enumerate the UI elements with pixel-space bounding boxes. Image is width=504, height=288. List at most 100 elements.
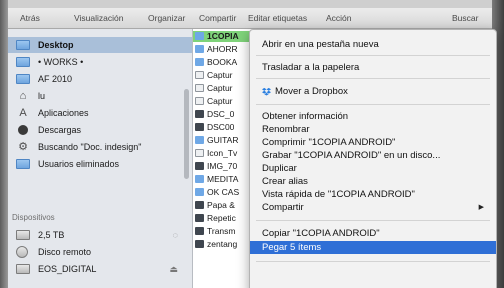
sidebar-item-deleted-users[interactable]: Usuarios eliminados [8, 156, 192, 172]
menu-item-quick-look[interactable]: Vista rápida de "1COPIA ANDROID" [250, 188, 496, 201]
file-name: zentang [207, 239, 238, 249]
file-name: AHORR [207, 44, 238, 54]
file-name: OK CAS [207, 187, 240, 197]
document-icon [195, 149, 204, 157]
sidebar-item-remote-disc[interactable]: Disco remoto [8, 244, 192, 260]
menu-item-label: Pegar 5 ítems [262, 242, 322, 253]
menu-item-move-to-dropbox[interactable]: Mover a Dropbox [250, 85, 496, 98]
file-name: Captur [207, 83, 233, 93]
file-name: Papa & [207, 200, 235, 210]
sidebar-item-label: lu [38, 91, 46, 101]
sidebar-item-drive-2-5tb[interactable]: 2,5 TB ◌ [8, 227, 192, 243]
file-name: DSC_0 [207, 109, 235, 119]
menu-item-label: Renombrar [262, 124, 310, 135]
menu-item-label: Obtener información [262, 111, 349, 122]
action-button[interactable]: Acción [326, 13, 352, 23]
submenu-arrow-icon: ▶ [478, 204, 484, 211]
sidebar-item-eos-digital[interactable]: EOS_DIGITAL ⏏ [8, 261, 192, 277]
menu-item-move-to-trash[interactable]: Trasladar a la papelera [250, 61, 496, 74]
sidebar-scrollbar[interactable] [184, 89, 189, 179]
menu-item-copy[interactable]: Copiar "1COPIA ANDROID" [250, 227, 496, 240]
folder-icon [16, 57, 30, 67]
document-icon [195, 84, 204, 92]
image-icon [195, 227, 204, 235]
arrange-button[interactable]: Organizar [148, 13, 185, 23]
folder-icon [16, 74, 30, 84]
file-name: MEDITA [207, 174, 239, 184]
folder-icon [195, 188, 204, 196]
sidebar-item-label: Aplicaciones [38, 108, 89, 118]
folder-icon [195, 45, 204, 53]
menu-separator [256, 55, 490, 56]
menu-item-label: Comprimir "1COPIA ANDROID" [262, 137, 396, 148]
menu-item-open-new-tab[interactable]: Abrir en una pestaña nueva [250, 38, 496, 51]
sidebar-item-works[interactable]: • WORKS • [8, 54, 192, 70]
menu-item-label: Trasladar a la papelera [262, 62, 360, 73]
image-icon [195, 201, 204, 209]
sidebar-item-label: EOS_DIGITAL [38, 264, 97, 274]
image-icon [195, 162, 204, 170]
file-name: IMG_70 [207, 161, 238, 171]
image-icon [195, 214, 204, 222]
folder-icon [195, 32, 204, 40]
share-button[interactable]: Compartir [199, 13, 236, 23]
menu-item-label: Compartir [262, 202, 304, 213]
gear-icon: ⚙ [18, 141, 28, 153]
finder-window: Atrás Visualización Organizar Compartir … [0, 0, 504, 288]
edit-tags-button[interactable]: Editar etiquetas [248, 13, 307, 23]
eject-icon[interactable]: ⏏ [169, 261, 178, 277]
folder-icon [195, 136, 204, 144]
menu-item-label: Mover a Dropbox [275, 86, 348, 97]
menu-item-duplicate[interactable]: Duplicar [250, 162, 496, 175]
loading-spinner-icon: ◌ [172, 230, 178, 240]
drive-icon [16, 264, 30, 274]
sidebar-item-smart-search[interactable]: ⚙ Buscando "Doc. indesign" [8, 139, 192, 155]
sidebar-item-label: Disco remoto [38, 247, 92, 257]
back-button[interactable]: Atrás [20, 13, 40, 23]
folder-icon [16, 40, 30, 50]
sidebar-item-downloads[interactable]: Descargas [8, 122, 192, 138]
menu-item-paste[interactable]: Pegar 5 ítems [250, 241, 496, 254]
file-name: Captur [207, 70, 233, 80]
file-name: DSC00 [207, 122, 235, 132]
home-icon: ⌂ [19, 90, 27, 102]
menu-item-get-info[interactable]: Obtener información [250, 110, 496, 123]
downloads-icon [18, 125, 28, 135]
dropbox-icon [262, 87, 271, 96]
view-button[interactable]: Visualización [74, 13, 123, 23]
sidebar-item-label: Descargas [38, 125, 82, 135]
sidebar: Desktop • WORKS • AF 2010 ⌂ lu A Aplicac… [8, 29, 193, 288]
menu-item-label: Copiar "1COPIA ANDROID" [262, 228, 380, 239]
devices-heading: Dispositivos [12, 213, 55, 222]
sidebar-item-label: AF 2010 [38, 74, 73, 84]
menu-item-compress[interactable]: Comprimir "1COPIA ANDROID" [250, 136, 496, 149]
image-icon [195, 240, 204, 248]
sidebar-item-home[interactable]: ⌂ lu [8, 88, 192, 104]
menu-separator [256, 261, 490, 262]
menu-item-label: Duplicar [262, 163, 297, 174]
sidebar-item-af-2010[interactable]: AF 2010 [8, 71, 192, 87]
sidebar-item-label: 2,5 TB [38, 230, 65, 240]
image-icon [195, 110, 204, 118]
file-name: Captur [207, 96, 233, 106]
folder-icon [16, 159, 30, 169]
menu-separator [256, 78, 490, 79]
sidebar-item-desktop[interactable]: Desktop [8, 37, 192, 53]
remote-disc-icon [16, 246, 28, 258]
sidebar-item-label: • WORKS • [38, 57, 84, 67]
context-menu: Abrir en una pestaña nueva Trasladar a l… [249, 29, 497, 288]
menu-item-label: Abrir en una pestaña nueva [262, 39, 379, 50]
menu-item-rename[interactable]: Renombrar [250, 123, 496, 136]
menu-item-make-alias[interactable]: Crear alias [250, 175, 496, 188]
file-name: 1COPIA [207, 31, 239, 41]
sidebar-item-applications[interactable]: A Aplicaciones [8, 105, 192, 121]
sidebar-item-label: Buscando "Doc. indesign" [38, 142, 142, 152]
applications-icon: A [19, 107, 27, 119]
file-name: Icon_Tv [207, 148, 238, 158]
menu-item-share[interactable]: Compartir ▶ [250, 201, 496, 214]
file-name: Transm [207, 226, 236, 236]
search-button[interactable]: Buscar [452, 13, 478, 23]
folder-icon [195, 58, 204, 66]
sidebar-item-label: Usuarios eliminados [38, 159, 120, 169]
menu-item-burn-to-disc[interactable]: Grabar "1COPIA ANDROID" en un disco... [250, 149, 496, 162]
